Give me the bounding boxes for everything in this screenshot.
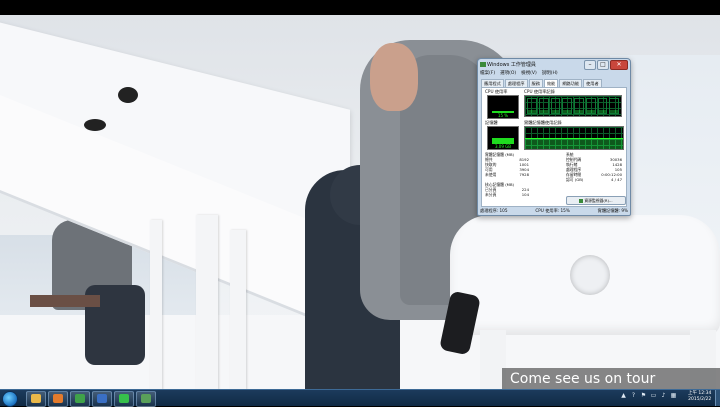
cpu-core-graph (538, 98, 549, 114)
stat-label: 未使用 (485, 172, 497, 177)
tab-users[interactable]: 使用者 (583, 79, 602, 87)
taskbar: ▲ ? ⚑ ▭ ♪ ▦ 上午 12:34 2015/2/22 (0, 389, 720, 407)
resource-monitor-button[interactable]: 資源監視器(R)... (566, 196, 626, 205)
stat-value: 4 / 47 (611, 177, 622, 182)
tab-applications[interactable]: 應用程式 (481, 79, 504, 87)
network-icon[interactable]: ▲ (620, 392, 627, 399)
resource-monitor-icon (579, 199, 584, 203)
performance-panel: CPU 使用率 15 % CPU 使用率記錄 記憶體 3.09 GB 實體記憶體… (481, 87, 627, 207)
cpu-history-graph (524, 95, 622, 117)
memory-value: 3.09 GB (494, 144, 512, 149)
menu-bar: 檔案(F) 選項(O) 檢視(V) 說明(H) (480, 70, 558, 78)
system-tray: ▲ ? ⚑ ▭ ♪ ▦ (620, 392, 677, 399)
stat-value: 104 (521, 192, 529, 197)
piano-leg (150, 220, 162, 389)
tab-performance[interactable]: 效能 (543, 79, 559, 87)
chrome-icon (75, 394, 85, 403)
close-button[interactable]: ✕ (610, 60, 628, 70)
status-processes: 處理程序: 105 (480, 208, 508, 213)
stat-row: 未使用 7928 (485, 172, 529, 177)
stat-row: 認可 (GB) 4 / 47 (566, 177, 622, 182)
media-player-icon (53, 394, 63, 403)
cpu-core-graph (585, 98, 596, 114)
cpu-core-graph (550, 98, 561, 114)
menu-help[interactable]: 說明(H) (542, 70, 558, 78)
maximize-button[interactable]: □ (597, 60, 609, 70)
window-title: Windows 工作管理員 (480, 60, 588, 70)
tab-services[interactable]: 服務 (528, 79, 543, 87)
video-caption: Come see us on tour (502, 368, 720, 390)
letterbox-top (0, 0, 720, 15)
keyboard-icon[interactable]: ▦ (670, 392, 677, 399)
resource-monitor-label: 資源監視器(R)... (584, 198, 613, 203)
pianist-head (370, 43, 418, 111)
status-bar: 處理程序: 105 CPU 使用率: 15% 實體記憶體: 9% (480, 207, 628, 215)
tab-networking[interactable]: 網路功能 (559, 79, 583, 87)
show-desktop-button[interactable] (715, 390, 720, 406)
stat-value: 7928 (519, 172, 529, 177)
kernel-memory-stats: 核心記憶體 (MB) 已分頁 224 未分頁 104 (485, 182, 529, 197)
physical-memory-stats: 實體記憶體 (MB) 總共 8192 快取的 1001 可用 3904 未使用 7928 (485, 152, 529, 177)
clock-date: 2015/2/22 (688, 397, 712, 402)
piano-leg (230, 230, 246, 389)
menu-options[interactable]: 選項(O) (500, 70, 516, 78)
stat-row: 未分頁 104 (485, 192, 529, 197)
cpu-usage-value: 15 % (497, 113, 509, 118)
task-manager-icon (480, 62, 486, 67)
monitor-icon[interactable]: ▭ (650, 392, 657, 399)
stool-button (570, 255, 610, 295)
minimize-button[interactable]: – (584, 60, 596, 70)
tab-processes[interactable]: 處理程序 (504, 79, 528, 87)
cpu-core-graph (527, 98, 537, 114)
cpu-core-graph (609, 98, 619, 114)
cellist-chair (30, 295, 100, 307)
memory-history-fill (525, 138, 623, 149)
status-cpu: CPU 使用率: 15% (535, 208, 570, 213)
help-icon[interactable]: ? (630, 392, 637, 399)
cpu-core-graph (574, 98, 584, 114)
stat-label: 未分頁 (485, 192, 497, 197)
task-manager-window[interactable]: Windows 工作管理員 – □ ✕ 檔案(F) 選項(O) 檢視(V) 說明… (477, 58, 631, 216)
app-blue-icon (97, 394, 107, 403)
system-stats: 系統 控制代碼 30036 執行緒 1428 處理程序 105 存留時間 0:00:12… (566, 152, 622, 182)
piano-leg (196, 215, 218, 389)
cpu-usage-meter: 15 % (487, 95, 519, 119)
piano-knob (84, 119, 106, 131)
window-title-text: Windows 工作管理員 (487, 62, 536, 68)
memory-meter: 3.09 GB (487, 126, 519, 150)
memory-history-graph (524, 126, 624, 150)
menu-file[interactable]: 檔案(F) (480, 70, 495, 78)
line-icon (119, 394, 129, 403)
cpu-core-graph (597, 98, 608, 114)
tab-strip: 應用程式 處理程序 服務 效能 網路功能 使用者 (481, 79, 602, 87)
explorer-icon (31, 394, 41, 403)
menu-view[interactable]: 檢視(V) (521, 70, 537, 78)
stat-label: 認可 (GB) (566, 177, 584, 182)
flag-icon[interactable]: ⚑ (640, 392, 647, 399)
status-memory: 實體記憶體: 9% (597, 208, 628, 213)
cpu-core-graph (562, 98, 572, 114)
clock[interactable]: 上午 12:34 2015/2/22 (688, 391, 711, 403)
task-manager-icon (141, 394, 151, 403)
piano-knob (118, 87, 138, 103)
window-controls: – □ ✕ (584, 60, 628, 70)
volume-icon[interactable]: ♪ (660, 392, 667, 399)
